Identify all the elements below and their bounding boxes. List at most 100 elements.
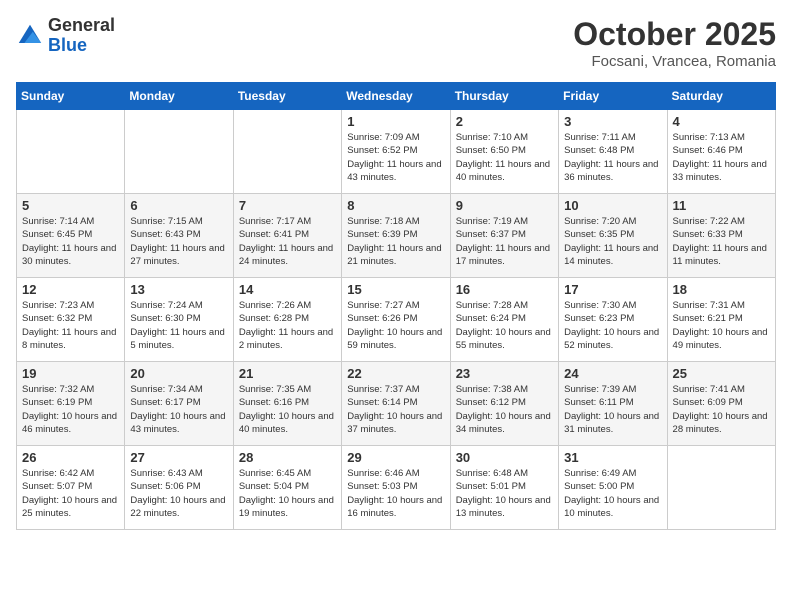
day-number: 4 [673, 114, 770, 129]
weekday-friday: Friday [559, 83, 667, 110]
day-number: 18 [673, 282, 770, 297]
day-cell-5: 5 Sunrise: 7:14 AM Sunset: 6:45 PM Daylig… [17, 194, 125, 278]
day-number: 3 [564, 114, 661, 129]
day-info: Sunrise: 7:11 AM Sunset: 6:48 PM Dayligh… [564, 131, 661, 184]
day-cell-17: 17 Sunrise: 7:30 AM Sunset: 6:23 PM Dayli… [559, 278, 667, 362]
weekday-header-row: SundayMondayTuesdayWednesdayThursdayFrid… [17, 83, 776, 110]
day-number: 26 [22, 450, 119, 465]
day-number: 14 [239, 282, 336, 297]
day-cell-28: 28Sunrise: 6:45 AM Sunset: 5:04 PM Dayli… [233, 446, 341, 530]
weekday-sunday: Sunday [17, 83, 125, 110]
day-number: 31 [564, 450, 661, 465]
day-number: 1 [347, 114, 444, 129]
day-number: 24 [564, 366, 661, 381]
day-info: Sunrise: 7:35 AM Sunset: 6:16 PM Dayligh… [239, 383, 336, 436]
location: Focsani, Vrancea, Romania [573, 53, 776, 70]
week-row-4: 19 Sunrise: 7:32 AM Sunset: 6:19 PM Dayli… [17, 362, 776, 446]
day-info: Sunrise: 7:19 AM Sunset: 6:37 PM Dayligh… [456, 215, 553, 268]
day-cell-10: 10Sunrise: 7:20 AM Sunset: 6:35 PM Dayli… [559, 194, 667, 278]
day-cell-18: 18 Sunrise: 7:31 AM Sunset: 6:21 PM Dayli… [667, 278, 775, 362]
day-cell-13: 13Sunrise: 7:24 AM Sunset: 6:30 PM Dayli… [125, 278, 233, 362]
day-info: Sunrise: 6:43 AM Sunset: 5:06 PM Dayligh… [130, 467, 227, 520]
day-cell-3: 3 Sunrise: 7:11 AM Sunset: 6:48 PM Daylig… [559, 110, 667, 194]
day-cell-7: 7 Sunrise: 7:17 AM Sunset: 6:41 PM Daylig… [233, 194, 341, 278]
day-cell-9: 9Sunrise: 7:19 AM Sunset: 6:37 PM Daylig… [450, 194, 558, 278]
day-info: Sunrise: 7:37 AM Sunset: 6:14 PM Dayligh… [347, 383, 444, 436]
day-info: Sunrise: 7:23 AM Sunset: 6:32 PM Dayligh… [22, 299, 119, 352]
logo: General Blue [16, 16, 115, 56]
day-cell-22: 22 Sunrise: 7:37 AM Sunset: 6:14 PM Dayli… [342, 362, 450, 446]
day-info: Sunrise: 7:39 AM Sunset: 6:11 PM Dayligh… [564, 383, 661, 436]
day-info: Sunrise: 7:15 AM Sunset: 6:43 PM Dayligh… [130, 215, 227, 268]
day-info: Sunrise: 7:31 AM Sunset: 6:21 PM Dayligh… [673, 299, 770, 352]
empty-cell [667, 446, 775, 530]
day-number: 2 [456, 114, 553, 129]
day-info: Sunrise: 7:22 AM Sunset: 6:33 PM Dayligh… [673, 215, 770, 268]
day-info: Sunrise: 7:10 AM Sunset: 6:50 PM Dayligh… [456, 131, 553, 184]
day-cell-23: 23 Sunrise: 7:38 AM Sunset: 6:12 PM Dayli… [450, 362, 558, 446]
day-info: Sunrise: 7:38 AM Sunset: 6:12 PM Dayligh… [456, 383, 553, 436]
day-number: 8 [347, 198, 444, 213]
day-info: Sunrise: 7:24 AM Sunset: 6:30 PM Dayligh… [130, 299, 227, 352]
day-cell-24: 24 Sunrise: 7:39 AM Sunset: 6:11 PM Dayli… [559, 362, 667, 446]
day-cell-27: 27 Sunrise: 6:43 AM Sunset: 5:06 PM Dayli… [125, 446, 233, 530]
day-number: 23 [456, 366, 553, 381]
day-info: Sunrise: 7:30 AM Sunset: 6:23 PM Dayligh… [564, 299, 661, 352]
logo-general-text: General [48, 16, 115, 36]
day-cell-31: 31 Sunrise: 6:49 AM Sunset: 5:00 PM Dayli… [559, 446, 667, 530]
day-info: Sunrise: 7:28 AM Sunset: 6:24 PM Dayligh… [456, 299, 553, 352]
day-info: Sunrise: 7:09 AM Sunset: 6:52 PM Dayligh… [347, 131, 444, 184]
day-cell-26: 26 Sunrise: 6:42 AM Sunset: 5:07 PM Dayli… [17, 446, 125, 530]
day-cell-15: 15 Sunrise: 7:27 AM Sunset: 6:26 PM Dayli… [342, 278, 450, 362]
weekday-tuesday: Tuesday [233, 83, 341, 110]
day-info: Sunrise: 7:14 AM Sunset: 6:45 PM Dayligh… [22, 215, 119, 268]
day-info: Sunrise: 7:27 AM Sunset: 6:26 PM Dayligh… [347, 299, 444, 352]
week-row-5: 26 Sunrise: 6:42 AM Sunset: 5:07 PM Dayli… [17, 446, 776, 530]
day-info: Sunrise: 6:49 AM Sunset: 5:00 PM Dayligh… [564, 467, 661, 520]
calendar: SundayMondayTuesdayWednesdayThursdayFrid… [16, 82, 776, 530]
day-cell-14: 14 Sunrise: 7:26 AM Sunset: 6:28 PM Dayli… [233, 278, 341, 362]
day-number: 7 [239, 198, 336, 213]
day-cell-2: 2 Sunrise: 7:10 AM Sunset: 6:50 PM Daylig… [450, 110, 558, 194]
day-cell-6: 6Sunrise: 7:15 AM Sunset: 6:43 PM Daylig… [125, 194, 233, 278]
day-number: 15 [347, 282, 444, 297]
day-number: 10 [564, 198, 661, 213]
month-title: October 2025 [573, 16, 776, 53]
week-row-3: 12 Sunrise: 7:23 AM Sunset: 6:32 PM Dayli… [17, 278, 776, 362]
day-cell-16: 16 Sunrise: 7:28 AM Sunset: 6:24 PM Dayli… [450, 278, 558, 362]
day-number: 17 [564, 282, 661, 297]
day-number: 21 [239, 366, 336, 381]
day-number: 25 [673, 366, 770, 381]
day-cell-4: 4 Sunrise: 7:13 AM Sunset: 6:46 PM Daylig… [667, 110, 775, 194]
day-number: 20 [130, 366, 227, 381]
day-cell-11: 11Sunrise: 7:22 AM Sunset: 6:33 PM Dayli… [667, 194, 775, 278]
header: General Blue October 2025 Focsani, Vranc… [16, 16, 776, 70]
day-number: 28 [239, 450, 336, 465]
empty-cell [17, 110, 125, 194]
logo-icon [16, 22, 44, 50]
day-number: 27 [130, 450, 227, 465]
empty-cell [125, 110, 233, 194]
day-info: Sunrise: 6:46 AM Sunset: 5:03 PM Dayligh… [347, 467, 444, 520]
day-info: Sunrise: 7:17 AM Sunset: 6:41 PM Dayligh… [239, 215, 336, 268]
day-info: Sunrise: 7:34 AM Sunset: 6:17 PM Dayligh… [130, 383, 227, 436]
day-number: 19 [22, 366, 119, 381]
day-cell-8: 8Sunrise: 7:18 AM Sunset: 6:39 PM Daylig… [342, 194, 450, 278]
logo-blue-text: Blue [48, 36, 115, 56]
day-cell-19: 19 Sunrise: 7:32 AM Sunset: 6:19 PM Dayli… [17, 362, 125, 446]
day-cell-1: 1 Sunrise: 7:09 AM Sunset: 6:52 PM Daylig… [342, 110, 450, 194]
day-info: Sunrise: 6:42 AM Sunset: 5:07 PM Dayligh… [22, 467, 119, 520]
day-info: Sunrise: 7:32 AM Sunset: 6:19 PM Dayligh… [22, 383, 119, 436]
day-number: 12 [22, 282, 119, 297]
day-number: 5 [22, 198, 119, 213]
day-info: Sunrise: 7:41 AM Sunset: 6:09 PM Dayligh… [673, 383, 770, 436]
logo-text: General Blue [48, 16, 115, 56]
day-number: 29 [347, 450, 444, 465]
day-cell-29: 29 Sunrise: 6:46 AM Sunset: 5:03 PM Dayli… [342, 446, 450, 530]
day-info: Sunrise: 7:26 AM Sunset: 6:28 PM Dayligh… [239, 299, 336, 352]
day-info: Sunrise: 7:13 AM Sunset: 6:46 PM Dayligh… [673, 131, 770, 184]
week-row-1: 1 Sunrise: 7:09 AM Sunset: 6:52 PM Daylig… [17, 110, 776, 194]
day-number: 16 [456, 282, 553, 297]
weekday-saturday: Saturday [667, 83, 775, 110]
day-number: 22 [347, 366, 444, 381]
